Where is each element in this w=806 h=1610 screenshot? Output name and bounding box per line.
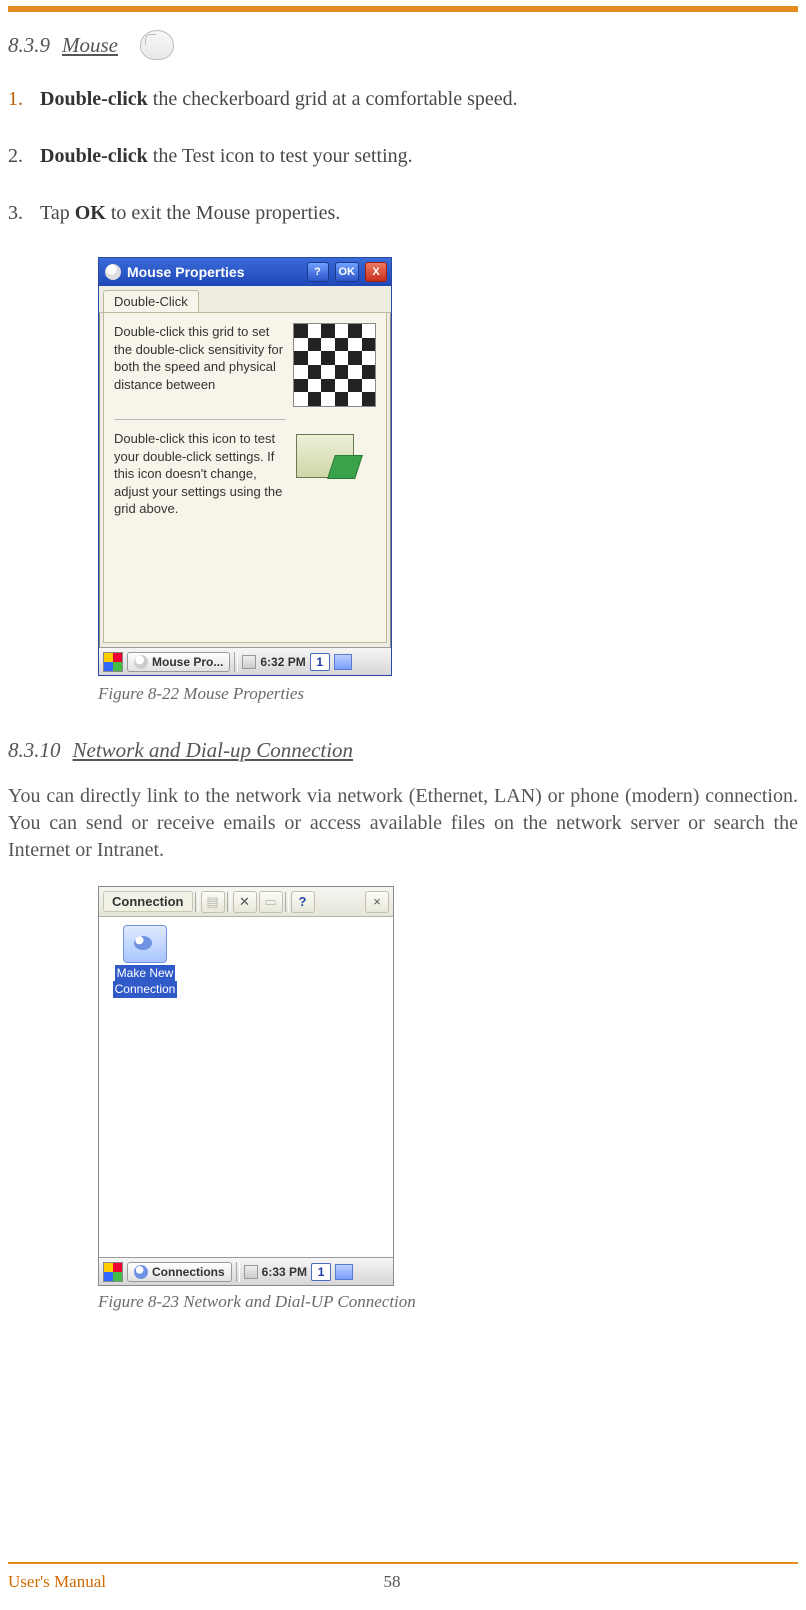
footer-label: User's Manual <box>8 1572 106 1592</box>
section-title: Mouse <box>62 33 118 57</box>
step-item: Double-click the Test icon to test your … <box>8 143 798 170</box>
taskbar-clock: 6:33 PM <box>262 1265 307 1279</box>
doubleclick-grid[interactable] <box>293 323 376 407</box>
mouse-properties-window: Mouse Properties ? OK X Double-Click Dou… <box>98 257 392 676</box>
sip-button[interactable]: 1 <box>310 653 330 671</box>
toolbar-delete-button[interactable]: ✕ <box>233 891 257 913</box>
section-heading-mouse: 8.3.9 Mouse <box>8 30 798 60</box>
toolbar: Connection ▤ ✕ ▭ ? × <box>99 887 393 917</box>
tray-volume-icon[interactable] <box>242 655 256 669</box>
taskbar-clock: 6:32 PM <box>260 655 305 669</box>
taskbar-app-button[interactable]: Mouse Pro... <box>127 652 230 672</box>
grid-instruction-text: Double-click this grid to set the double… <box>114 323 283 407</box>
network-paragraph: You can directly link to the network via… <box>8 783 798 864</box>
taskbar[interactable]: Connections 6:33 PM 1 <box>99 1257 393 1285</box>
window-title: Connection <box>103 891 193 912</box>
conn-label-line1: Make New <box>115 965 176 981</box>
toolbar-properties-icon[interactable]: ▤ <box>201 891 225 913</box>
toolbar-doc-icon[interactable]: ▭ <box>259 891 283 913</box>
toolbar-separator <box>227 892 231 912</box>
section-number: 8.3.10 <box>8 738 61 762</box>
taskbar-separator <box>234 652 238 672</box>
taskbar-app-label: Mouse Pro... <box>152 655 223 669</box>
toolbar-separator <box>195 892 199 912</box>
sip-button[interactable]: 1 <box>311 1263 331 1281</box>
taskbar-app-icon <box>134 1265 148 1279</box>
step-item: Tap OK to exit the Mouse properties. <box>8 200 798 227</box>
footer-page-number: 58 <box>106 1572 678 1592</box>
connection-window: Connection ▤ ✕ ▭ ? × Make New Connection… <box>98 886 394 1286</box>
separator <box>114 419 286 420</box>
toolbar-separator <box>285 892 289 912</box>
make-new-connection-item[interactable]: Make New Connection <box>107 925 183 998</box>
figure-caption-2: Figure 8-23 Network and Dial-UP Connecti… <box>98 1292 798 1312</box>
toolbar-help-button[interactable]: ? <box>291 891 315 913</box>
taskbar[interactable]: Mouse Pro... 6:32 PM 1 <box>99 647 391 675</box>
help-button[interactable]: ? <box>307 262 329 282</box>
step-bold: Double-click <box>40 145 148 167</box>
taskbar-separator <box>236 1262 240 1282</box>
close-button[interactable]: X <box>365 262 387 282</box>
section-title: Network and Dial-up Connection <box>73 738 354 762</box>
window-title: Mouse Properties <box>127 264 301 280</box>
tab-double-click[interactable]: Double-Click <box>103 290 199 312</box>
taskbar-app-icon <box>134 655 148 669</box>
tab-body: Double-click this grid to set the double… <box>103 313 387 643</box>
step-pre: Tap <box>40 202 75 224</box>
tray-network-icon[interactable] <box>334 654 352 670</box>
page-footer: User's Manual 58 <box>8 1572 798 1592</box>
new-connection-icon <box>123 925 167 963</box>
client-area[interactable]: Make New Connection <box>99 917 393 1257</box>
help-glyph: ? <box>299 894 307 909</box>
titlebar[interactable]: Mouse Properties ? OK X <box>99 258 391 286</box>
footer-rule <box>8 1562 798 1564</box>
conn-label-line2: Connection <box>113 981 178 997</box>
ok-button[interactable]: OK <box>335 262 360 282</box>
section-heading-network: 8.3.10 Network and Dial-up Connection <box>8 738 798 763</box>
section-number: 8.3.9 <box>8 33 50 57</box>
tab-strip: Double-Click <box>99 286 391 313</box>
taskbar-app-label: Connections <box>152 1265 225 1279</box>
step-text: the checkerboard grid at a comfortable s… <box>148 88 518 110</box>
doubleclick-test-icon[interactable] <box>296 434 354 478</box>
test-instruction-text: Double-click this icon to test your doub… <box>114 430 286 518</box>
page-body: 8.3.9 Mouse Double-click the checkerboar… <box>0 12 806 1312</box>
mouse-titlebar-icon <box>105 264 121 280</box>
figure-mouse-properties: Mouse Properties ? OK X Double-Click Dou… <box>98 257 798 676</box>
step-item: Double-click the checkerboard grid at a … <box>8 86 798 113</box>
step-bold: OK <box>75 202 106 224</box>
step-text: the Test icon to test your setting. <box>148 145 413 167</box>
tray-network-icon[interactable] <box>335 1264 353 1280</box>
step-bold: Double-click <box>40 88 148 110</box>
steps-list: Double-click the checkerboard grid at a … <box>8 86 798 227</box>
start-button-icon[interactable] <box>103 652 123 672</box>
tray-volume-icon[interactable] <box>244 1265 258 1279</box>
figure-caption-1: Figure 8-22 Mouse Properties <box>98 684 798 704</box>
mouse-icon <box>140 30 174 60</box>
toolbar-close-button[interactable]: × <box>365 891 389 913</box>
step-text: to exit the Mouse properties. <box>106 202 340 224</box>
taskbar-app-button[interactable]: Connections <box>127 1262 232 1282</box>
start-button-icon[interactable] <box>103 1262 123 1282</box>
